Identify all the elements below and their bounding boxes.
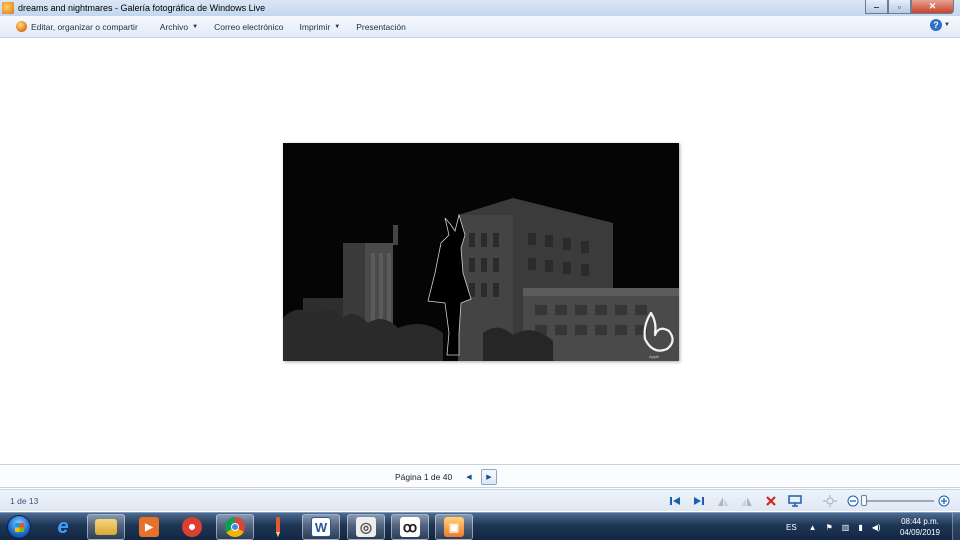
clip-studio-icon: ꝏ bbox=[400, 517, 420, 537]
folder-icon bbox=[95, 519, 117, 535]
correo-button[interactable]: Correo electrónico bbox=[208, 17, 289, 37]
taskbar-pencil-app[interactable] bbox=[259, 514, 297, 540]
photo-viewer: Apple bbox=[0, 39, 960, 463]
chevron-down-icon: ▼ bbox=[334, 23, 341, 30]
help-icon: ? bbox=[930, 19, 943, 31]
next-page-button[interactable]: ▶ bbox=[481, 469, 497, 485]
actual-size-icon[interactable] bbox=[822, 494, 838, 508]
taskbar: e ▶ W ◎ ꝏ ▣ ES ▲ ⚑ ▥ ▮ ◀) 08:44 p.m. 04/… bbox=[0, 512, 960, 540]
zoom-slider-thumb[interactable] bbox=[861, 495, 867, 506]
pencil-icon bbox=[268, 517, 288, 537]
rotate-left-icon[interactable] bbox=[715, 494, 731, 508]
edit-organize-share-button[interactable]: Editar, organizar o compartir bbox=[10, 17, 144, 37]
chrome-icon bbox=[225, 517, 245, 537]
previous-page-button[interactable]: ◀ bbox=[461, 469, 477, 485]
show-desktop-button[interactable] bbox=[952, 513, 960, 540]
imprimir-label: Imprimir bbox=[299, 21, 331, 32]
start-button[interactable] bbox=[4, 514, 34, 540]
windows-logo-icon bbox=[7, 515, 31, 539]
clock-date: 04/09/2019 bbox=[899, 528, 941, 537]
presentacion-button[interactable]: Presentación bbox=[350, 17, 412, 37]
signature-text: Apple bbox=[649, 354, 660, 359]
imprimir-menu[interactable]: Imprimir ▼ bbox=[294, 17, 347, 37]
media-player-icon: ▶ bbox=[139, 517, 159, 537]
volume-icon[interactable]: ◀) bbox=[872, 523, 881, 532]
command-bar: Editar, organizar o compartir Archivo ▼ … bbox=[0, 16, 960, 38]
chevron-down-icon: ▼ bbox=[192, 23, 199, 30]
slideshow-icon[interactable] bbox=[787, 494, 803, 508]
taskbar-media-player[interactable]: ▶ bbox=[130, 514, 168, 540]
zoom-out-icon[interactable] bbox=[845, 494, 861, 508]
archivo-menu[interactable]: Archivo ▼ bbox=[154, 17, 204, 37]
window-title: dreams and nightmares - Galería fotográf… bbox=[18, 3, 266, 13]
item-counter: 1 de 13 bbox=[10, 496, 39, 506]
close-button[interactable]: ✕ bbox=[911, 0, 954, 14]
spiral-icon: ◎ bbox=[356, 517, 376, 537]
presentacion-label: Presentación bbox=[356, 21, 406, 32]
taskbar-clip-studio[interactable]: ꝏ bbox=[391, 514, 429, 540]
archivo-label: Archivo bbox=[159, 21, 189, 32]
taskbar-paint-app[interactable] bbox=[173, 514, 211, 540]
photo-gallery-app-icon[interactable] bbox=[2, 2, 14, 14]
photo-gallery-icon: ▣ bbox=[444, 517, 464, 537]
photo-artwork: Apple bbox=[283, 143, 679, 361]
zoom-in-icon[interactable] bbox=[936, 494, 952, 508]
correo-label: Correo electrónico bbox=[214, 21, 284, 32]
paint-icon bbox=[182, 517, 202, 537]
signal-icon[interactable]: ▮ bbox=[858, 523, 862, 532]
taskbar-spiral-app[interactable]: ◎ bbox=[347, 514, 385, 540]
maximize-button[interactable]: ▫ bbox=[888, 0, 911, 14]
rotate-right-icon[interactable] bbox=[739, 494, 755, 508]
page-navigation-bar: Página 1 de 40 ◀ ▶ bbox=[0, 464, 960, 488]
previous-icon[interactable] bbox=[667, 494, 683, 508]
taskbar-word[interactable]: W bbox=[302, 514, 340, 540]
edit-organize-share-label: Editar, organizar o compartir bbox=[31, 21, 138, 32]
gallery-icon bbox=[16, 21, 27, 32]
network-icon[interactable]: ▥ bbox=[842, 523, 850, 532]
status-bar: 1 de 13 bbox=[0, 489, 960, 511]
taskbar-photo-gallery[interactable]: ▣ bbox=[435, 514, 473, 540]
clock[interactable]: 08:44 p.m. 04/09/2019 bbox=[893, 516, 947, 538]
taskbar-chrome[interactable] bbox=[216, 514, 254, 540]
taskbar-file-explorer[interactable] bbox=[87, 514, 125, 540]
chevron-down-icon: ▼ bbox=[944, 22, 950, 28]
word-icon: W bbox=[311, 517, 331, 537]
help-button[interactable]: ? ▼ bbox=[930, 19, 950, 31]
page-indicator: Página 1 de 40 bbox=[395, 472, 453, 482]
title-bar: dreams and nightmares - Galería fotográf… bbox=[0, 0, 960, 16]
minimize-button[interactable]: ‒ bbox=[865, 0, 888, 14]
taskbar-internet-explorer[interactable]: e bbox=[44, 514, 82, 540]
internet-explorer-icon: e bbox=[57, 515, 69, 538]
window-controls: ‒ ▫ ✕ bbox=[865, 0, 954, 14]
displayed-photo[interactable]: Apple bbox=[283, 143, 679, 361]
delete-icon[interactable] bbox=[763, 494, 779, 508]
language-indicator[interactable]: ES bbox=[786, 523, 797, 532]
next-icon[interactable] bbox=[691, 494, 707, 508]
action-center-flag-icon[interactable]: ⚑ bbox=[826, 523, 833, 532]
show-hidden-icons-icon[interactable]: ▲ bbox=[809, 523, 817, 532]
system-tray: ES ▲ ⚑ ▥ ▮ ◀) bbox=[786, 513, 890, 540]
clock-time: 08:44 p.m. bbox=[901, 517, 939, 526]
zoom-slider-track[interactable] bbox=[864, 500, 934, 502]
